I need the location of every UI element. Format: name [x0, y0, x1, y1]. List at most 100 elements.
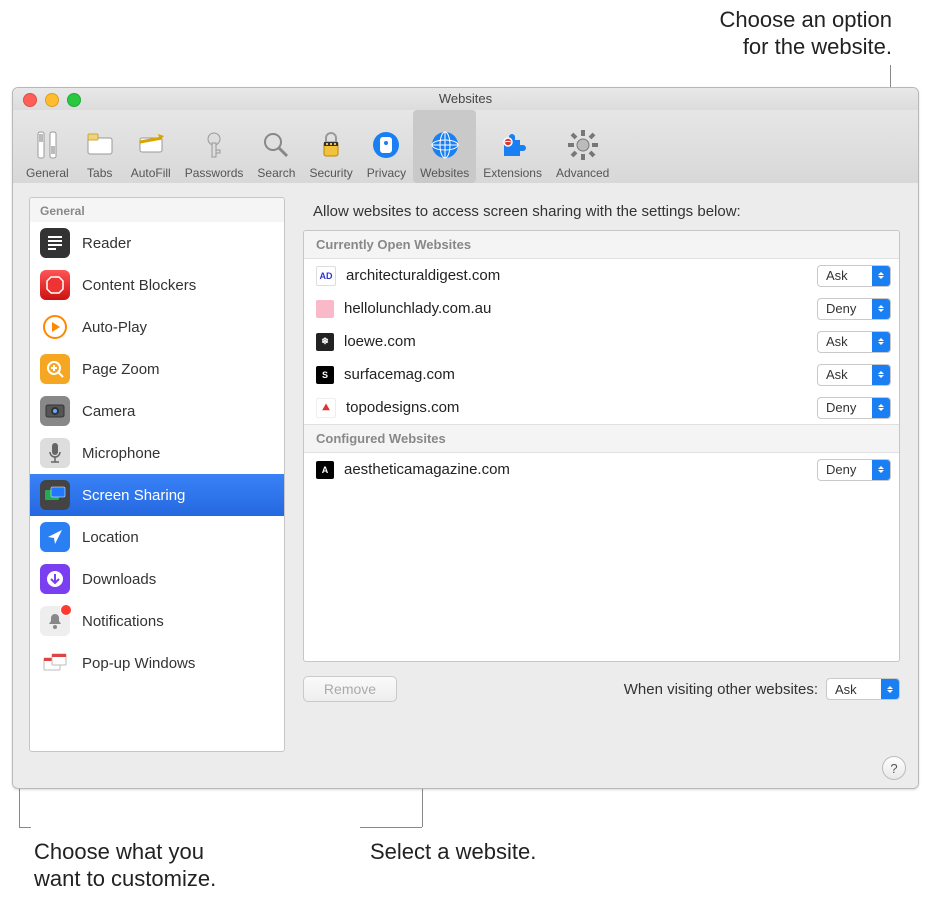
permission-select[interactable]: Ask: [817, 265, 891, 287]
security-icon: [314, 125, 348, 165]
website-domain: architecturaldigest.com: [346, 267, 817, 284]
sidebar-item-label: Auto-Play: [82, 319, 147, 336]
toolbar-general[interactable]: General: [19, 110, 76, 183]
screen-sharing-icon: [40, 480, 70, 510]
main-area: General ReaderContent Blockers Auto-Play P…: [13, 183, 918, 788]
chevron-updown-icon: [872, 266, 890, 286]
callout-text: Choose what you: [34, 839, 204, 864]
sidebar-item-downloads[interactable]: Downloads: [30, 558, 284, 600]
microphone-icon: [40, 438, 70, 468]
toolbar-label: Passwords: [185, 166, 244, 180]
favicon-icon: [316, 300, 334, 318]
extensions-icon: [496, 125, 530, 165]
chevron-updown-icon: [881, 679, 899, 699]
sidebar-item-label: Downloads: [82, 571, 156, 588]
toolbar-label: Extensions: [483, 166, 542, 180]
location-icon: [40, 522, 70, 552]
favicon-icon: ❄: [316, 333, 334, 351]
toolbar-websites[interactable]: Websites: [413, 110, 476, 183]
remove-button[interactable]: Remove: [303, 676, 397, 702]
toolbar-tabs[interactable]: Tabs: [76, 110, 124, 183]
permission-select[interactable]: Deny: [817, 459, 891, 481]
sidebar-item-label: Page Zoom: [82, 361, 160, 378]
camera-icon: [40, 396, 70, 426]
sidebar-item-content-blockers[interactable]: Content Blockers: [30, 264, 284, 306]
toolbar-label: Websites: [420, 166, 469, 180]
toolbar-label: Search: [257, 166, 295, 180]
sidebar: General ReaderContent Blockers Auto-Play P…: [29, 197, 285, 752]
callout-line: [360, 827, 422, 828]
popups-icon: [40, 648, 70, 678]
titlebar: Websites: [13, 88, 918, 110]
remove-button-label: Remove: [324, 681, 376, 697]
permission-select[interactable]: Deny: [817, 397, 891, 419]
sidebar-item-auto-play[interactable]: Auto-Play: [30, 306, 284, 348]
toolbar-label: AutoFill: [131, 166, 171, 180]
notifications-icon: [40, 606, 70, 636]
callout-text: Select a website.: [370, 839, 536, 864]
toolbar-autofill[interactable]: AutoFill: [124, 110, 178, 183]
toolbar-extensions[interactable]: Extensions: [476, 110, 549, 183]
sidebar-item-screen-sharing[interactable]: Screen Sharing: [30, 474, 284, 516]
chevron-updown-icon: [872, 332, 890, 352]
website-row[interactable]: hellolunchlady.com.au Deny: [304, 292, 899, 325]
autofill-icon: [134, 125, 168, 165]
advanced-icon: [566, 125, 600, 165]
bottom-bar: Remove When visiting other websites: Ask: [303, 676, 900, 702]
sidebar-item-camera[interactable]: Camera: [30, 390, 284, 432]
chevron-updown-icon: [872, 398, 890, 418]
sidebar-header: General: [30, 198, 284, 222]
favicon-icon: S: [316, 366, 334, 384]
sidebar-item-microphone[interactable]: Microphone: [30, 432, 284, 474]
window-title: Websites: [13, 91, 918, 106]
callout-select-website: Select a website.: [370, 838, 630, 865]
callout-text: for the website.: [743, 34, 892, 59]
sidebar-item-notifications[interactable]: Notifications: [30, 600, 284, 642]
website-row[interactable]: ❄ loewe.com Ask: [304, 325, 899, 358]
website-row[interactable]: S surfacemag.com Ask: [304, 358, 899, 391]
toolbar-security[interactable]: Security: [302, 110, 359, 183]
preferences-window: Websites General Tabs AutoFill Passwords Sea…: [12, 87, 919, 789]
reader-icon: [40, 228, 70, 258]
question-icon: ?: [890, 761, 897, 776]
favicon-icon: AD: [316, 266, 336, 286]
sidebar-item-label: Pop-up Windows: [82, 655, 195, 672]
sidebar-item-location[interactable]: Location: [30, 516, 284, 558]
website-domain: loewe.com: [344, 333, 817, 350]
sidebar-item-popups[interactable]: Pop-up Windows: [30, 642, 284, 684]
select-value: Deny: [826, 301, 856, 316]
select-value: Deny: [826, 400, 856, 415]
toolbar: General Tabs AutoFill Passwords Search Securi…: [13, 110, 918, 184]
other-websites-select[interactable]: Ask: [826, 678, 900, 700]
toolbar-search[interactable]: Search: [250, 110, 302, 183]
website-domain: surfacemag.com: [344, 366, 817, 383]
permission-select[interactable]: Ask: [817, 331, 891, 353]
website-domain: hellolunchlady.com.au: [344, 300, 817, 317]
website-row[interactable]: A aestheticamagazine.com Deny: [304, 453, 899, 486]
callout-choose-customize: Choose what you want to customize.: [34, 838, 294, 892]
toolbar-passwords[interactable]: Passwords: [178, 110, 251, 183]
select-value: Ask: [835, 682, 857, 697]
select-value: Ask: [826, 334, 848, 349]
callout-text: want to customize.: [34, 866, 216, 891]
toolbar-privacy[interactable]: Privacy: [360, 110, 413, 183]
website-domain: topodesigns.com: [346, 399, 817, 416]
callout-line: [19, 827, 31, 828]
sidebar-item-label: Microphone: [82, 445, 160, 462]
badge-icon: [60, 604, 72, 616]
sidebar-item-page-zoom[interactable]: Page Zoom: [30, 348, 284, 390]
website-row[interactable]: AD architecturaldigest.com Ask: [304, 259, 899, 292]
toolbar-label: General: [26, 166, 69, 180]
help-button[interactable]: ?: [882, 756, 906, 780]
content-blockers-icon: [40, 270, 70, 300]
passwords-icon: [197, 125, 231, 165]
group-header: Configured Websites: [304, 424, 899, 453]
website-row[interactable]: ⛰ topodesigns.com Deny: [304, 391, 899, 424]
chevron-updown-icon: [872, 460, 890, 480]
permission-select[interactable]: Ask: [817, 364, 891, 386]
sidebar-item-reader[interactable]: Reader: [30, 222, 284, 264]
chevron-updown-icon: [872, 365, 890, 385]
toolbar-advanced[interactable]: Advanced: [549, 110, 616, 183]
general-icon: [30, 125, 64, 165]
permission-select[interactable]: Deny: [817, 298, 891, 320]
